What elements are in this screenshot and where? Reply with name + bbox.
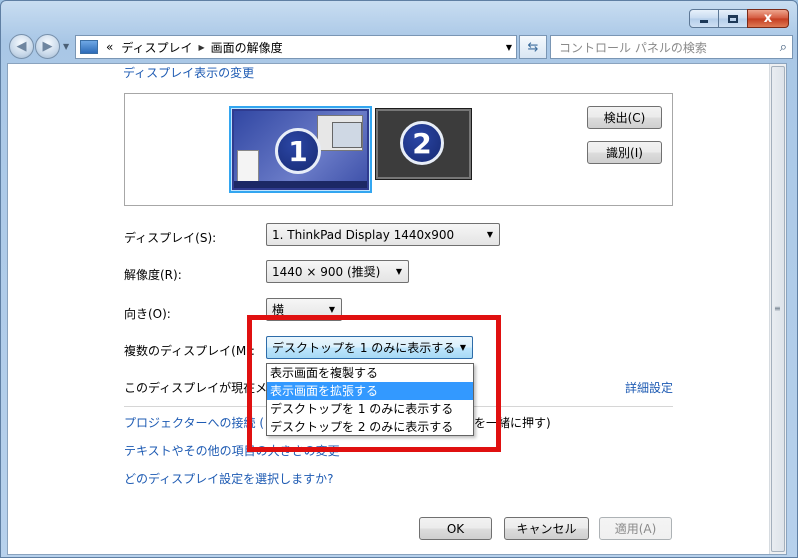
caption-buttons: x	[689, 9, 789, 28]
monitor-1-taskbar	[234, 181, 367, 188]
navigation-bar: ◀ ▶ ▼ « ディスプレイ ▶ 画面の解像度 ▼ ⇆ コントロール パネルの検…	[7, 33, 793, 61]
forward-button[interactable]: ▶	[35, 34, 60, 59]
resolution-select[interactable]: 1440 × 900 (推奨) ▼	[266, 260, 409, 283]
refresh-button[interactable]: ⇆	[519, 35, 547, 59]
detect-button[interactable]: 検出(C)	[587, 106, 662, 129]
chevron-down-icon: ▼	[328, 305, 335, 314]
monitor-1-number: 1	[275, 128, 321, 174]
monitor-1-window-thumbnail	[237, 150, 259, 182]
minimize-icon	[700, 20, 708, 23]
projector-link[interactable]: プロジェクターへの接続 (	[124, 414, 264, 431]
display-select-value: 1. ThinkPad Display 1440x900	[272, 227, 455, 242]
address-dropdown-icon[interactable]: ▼	[506, 43, 512, 52]
resolution-select-value: 1440 × 900 (推奨)	[272, 265, 381, 279]
maximize-button[interactable]	[718, 9, 748, 28]
main-display-text: このディスプレイが現在メ	[124, 381, 268, 395]
monitor-2[interactable]: 2	[375, 108, 472, 180]
advanced-settings-link[interactable]: 詳細設定	[625, 379, 673, 396]
vertical-scrollbar[interactable]: ≡	[769, 64, 786, 554]
display-label: ディスプレイ(S):	[124, 231, 217, 245]
monitor-layout-panel: 1 2 検出(C) 識別(I)	[124, 93, 673, 206]
monitor-2-number: 2	[400, 121, 444, 165]
chevron-down-icon: ▼	[486, 230, 493, 239]
orientation-label: 向き(O):	[124, 307, 171, 321]
cancel-button[interactable]: キャンセル	[504, 517, 589, 540]
multiple-displays-label: 複数のディスプレイ(M):	[124, 344, 255, 358]
resolution-label: 解像度(R):	[124, 268, 182, 282]
search-input[interactable]: コントロール パネルの検索 ⌕	[550, 35, 793, 59]
search-placeholder: コントロール パネルの検索	[559, 40, 707, 55]
address-bar[interactable]: « ディスプレイ ▶ 画面の解像度 ▼	[75, 35, 517, 59]
chevron-down-icon: ▼	[395, 267, 402, 276]
monitor-1-window-thumbnail-2	[317, 115, 363, 151]
back-arrow-icon: ◀	[16, 39, 27, 54]
search-icon[interactable]: ⌕	[780, 40, 787, 55]
which-setting-link[interactable]: どのディスプレイ設定を選択しますか?	[124, 470, 334, 487]
breadcrumb-separator-icon[interactable]: ▶	[197, 43, 207, 52]
breadcrumb-overflow[interactable]: «	[102, 40, 117, 54]
control-panel-icon	[80, 40, 98, 54]
close-button[interactable]: x	[747, 9, 789, 28]
window-frame: x ◀ ▶ ▼ « ディスプレイ ▶ 画面の解像度 ▼ ⇆ コントロール パネル…	[0, 0, 798, 558]
display-select[interactable]: 1. ThinkPad Display 1440x900 ▼	[266, 223, 500, 246]
content-area: ディスプレイ表示の変更 1 2 検出(C) 識別(I) ディスプレイ(S): 1…	[7, 63, 787, 555]
close-icon: x	[763, 11, 773, 26]
monitor-1[interactable]: 1	[229, 106, 372, 193]
ok-button[interactable]: OK	[419, 517, 492, 540]
back-button[interactable]: ◀	[9, 34, 34, 59]
minimize-button[interactable]	[689, 9, 719, 28]
apply-button[interactable]: 適用(A)	[599, 517, 672, 540]
page-heading: ディスプレイ表示の変更	[123, 66, 255, 80]
identify-button[interactable]: 識別(I)	[587, 141, 662, 164]
forward-arrow-icon: ▶	[42, 39, 53, 54]
maximize-icon	[728, 14, 738, 23]
annotation-highlight-box	[247, 315, 501, 452]
breadcrumb-resolution[interactable]: 画面の解像度	[207, 39, 287, 56]
breadcrumb-display[interactable]: ディスプレイ	[117, 39, 196, 56]
recent-pages-dropdown[interactable]: ▼	[63, 42, 69, 51]
grip-icon: ≡	[774, 304, 781, 313]
refresh-icon: ⇆	[527, 39, 539, 55]
